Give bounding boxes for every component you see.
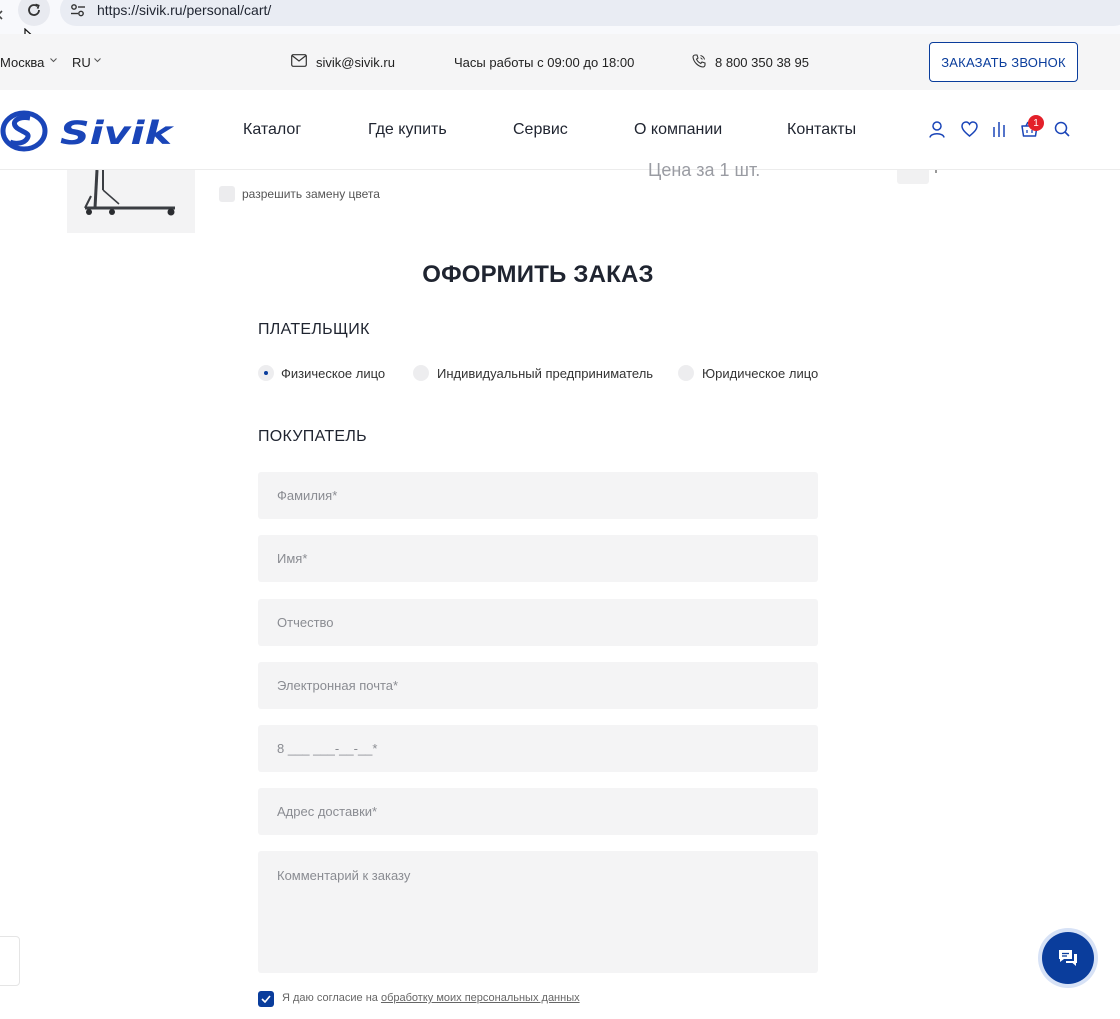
payer-radio-legal-entity[interactable]	[678, 365, 694, 381]
quantity-stepper[interactable]	[897, 170, 929, 184]
language-selector[interactable]: RU	[72, 55, 91, 70]
quantity-fragment	[935, 170, 937, 173]
reload-button[interactable]	[18, 0, 50, 26]
nav-service[interactable]: Сервис	[513, 121, 568, 139]
checkmark-icon	[261, 995, 271, 1003]
search-icon[interactable]	[1054, 121, 1070, 137]
top-info-bar: Москва RU sivik@sivik.ru Часы работы с 0…	[0, 34, 1120, 90]
payer-label-individual[interactable]: Физическое лицо	[281, 366, 385, 381]
working-hours: Часы работы с 09:00 до 18:00	[454, 55, 635, 70]
order-callback-button[interactable]: ЗАКАЗАТЬ ЗВОНОК	[929, 42, 1078, 82]
allow-color-replace-label: разрешить замену цвета	[242, 187, 380, 201]
payer-radio-individual[interactable]	[258, 365, 274, 381]
side-panel-tab[interactable]	[0, 936, 20, 986]
mail-icon	[291, 54, 307, 67]
allow-color-replace-checkbox[interactable]	[219, 186, 235, 202]
nav-catalog[interactable]: Каталог	[243, 121, 301, 139]
site-settings-icon[interactable]	[70, 3, 86, 17]
payer-section-title: ПЛАТЕЛЬЩИК	[258, 321, 370, 338]
consent-checkbox[interactable]	[258, 991, 274, 1007]
payer-label-legal-entity[interactable]: Юридическое лицо	[702, 366, 818, 381]
email-link[interactable]: sivik@sivik.ru	[316, 55, 395, 70]
reload-icon	[28, 3, 40, 16]
back-icon[interactable]	[0, 5, 3, 20]
personal-data-policy-link[interactable]: обработку моих персональных данных	[381, 992, 580, 1004]
address-bar[interactable]: https://sivik.ru/personal/cart/	[60, 0, 1120, 26]
consent-label: Я даю согласие на обработку моих персона…	[282, 992, 580, 1004]
main-header: Sivik Каталог Где купить Сервис О компан…	[0, 90, 1120, 170]
delivery-address-input[interactable]	[258, 788, 818, 835]
nav-about[interactable]: О компании	[634, 121, 722, 139]
consent-text: Я даю согласие на	[282, 992, 381, 1004]
middle-name-input[interactable]	[258, 599, 818, 646]
product-image[interactable]	[67, 170, 195, 233]
nav-contacts[interactable]: Контакты	[787, 121, 856, 139]
phone-link[interactable]: 8 800 350 38 95	[715, 55, 809, 70]
order-comment-textarea[interactable]	[258, 851, 818, 973]
buyer-section-title: ПОКУПАТЕЛЬ	[258, 428, 367, 445]
svg-text:Sivik: Sivik	[60, 114, 174, 152]
chevron-down-icon	[94, 58, 101, 63]
city-selector[interactable]: Москва	[0, 55, 44, 70]
phone-icon	[692, 54, 706, 68]
heart-icon[interactable]	[961, 121, 978, 137]
nav-where-to-buy[interactable]: Где купить	[368, 121, 447, 139]
engine-crane-image	[84, 170, 175, 216]
checkout-title: ОФОРМИТЬ ЗАКАЗ	[422, 261, 654, 288]
url-text[interactable]: https://sivik.ru/personal/cart/	[97, 2, 271, 18]
compare-icon[interactable]	[992, 121, 1006, 137]
last-name-input[interactable]	[258, 472, 818, 519]
chat-button[interactable]	[1042, 932, 1094, 984]
cart-count-badge: 1	[1028, 115, 1044, 131]
payer-radio-entrepreneur[interactable]	[413, 365, 429, 381]
payer-label-entrepreneur[interactable]: Индивидуальный предприниматель	[437, 366, 653, 381]
sivik-logo[interactable]: Sivik	[0, 108, 175, 154]
chevron-down-icon	[50, 58, 57, 63]
first-name-input[interactable]	[258, 535, 818, 582]
browser-toolbar: https://sivik.ru/personal/cart/	[0, 0, 1120, 34]
chat-icon	[1059, 950, 1077, 966]
email-input[interactable]	[258, 662, 818, 709]
phone-input[interactable]	[258, 725, 818, 772]
price-per-unit-caption: Цена за 1 шт.	[648, 160, 761, 180]
user-icon[interactable]	[929, 121, 945, 138]
